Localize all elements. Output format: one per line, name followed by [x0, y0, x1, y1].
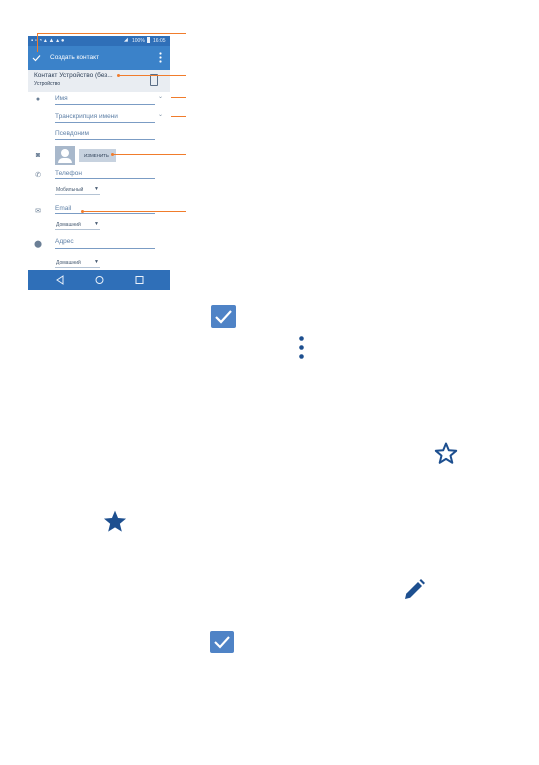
- email-icon: ✉: [35, 208, 41, 215]
- callout-dot-5: [111, 153, 114, 156]
- camera-icon: ◙: [35, 152, 41, 159]
- expand-name-icon[interactable]: ⌄: [158, 93, 163, 100]
- phone-type-underline: [55, 194, 100, 195]
- status-bar: ▪ ▫ ◔ ▴ ▲ ▴ ● ◢ 100% 16:05: [28, 36, 170, 46]
- nickname-field-underline: [55, 139, 155, 140]
- email-type-arrow-icon[interactable]: ▼: [94, 221, 99, 227]
- phone-type-select[interactable]: Мобильный: [56, 187, 83, 193]
- person-icon: ●: [35, 96, 41, 103]
- check-icon-large: [211, 305, 236, 328]
- app-bar-title: Создать контакт: [50, 54, 100, 61]
- location-icon: ⬤: [34, 241, 42, 248]
- pencil-icon: [405, 579, 425, 599]
- phone-field-underline: [55, 178, 155, 179]
- more-vert-icon[interactable]: [159, 52, 162, 63]
- home-icon[interactable]: [95, 275, 104, 285]
- expand-phonetic-icon[interactable]: ⌄: [158, 111, 163, 118]
- avatar-head: [61, 149, 69, 157]
- recents-icon[interactable]: [135, 275, 144, 285]
- email-field[interactable]: Email: [55, 205, 71, 212]
- nickname-field[interactable]: Псевдоним: [55, 130, 89, 137]
- callout-line-3: [171, 97, 186, 98]
- check-icon[interactable]: [32, 54, 41, 62]
- battery-icon: [147, 37, 150, 43]
- callout-line-6: [82, 211, 186, 212]
- star-outline-icon: [434, 442, 458, 464]
- callout-dot-2: [117, 74, 120, 77]
- phone-field[interactable]: Телефон: [55, 170, 82, 177]
- callout-dot-6: [81, 210, 84, 213]
- email-field-underline: [55, 213, 155, 214]
- account-selector[interactable]: Контакт Устройство (без... Устройство: [28, 70, 170, 92]
- callout-line-4: [171, 116, 186, 117]
- navigation-bar: [28, 270, 170, 290]
- address-field[interactable]: Адрес: [55, 238, 74, 245]
- more-vert-icon-large: [299, 336, 304, 359]
- callout-line-1: [38, 33, 186, 34]
- phonetic-field-underline: [55, 122, 155, 123]
- callout-line-2: [118, 75, 186, 76]
- avatar[interactable]: [55, 146, 75, 165]
- name-field-underline: [55, 104, 155, 105]
- address-type-select[interactable]: Домашний: [56, 260, 81, 266]
- name-field[interactable]: Имя: [55, 95, 68, 102]
- account-type: Устройство: [34, 81, 61, 87]
- avatar-body: [58, 158, 72, 163]
- phone-type-arrow-icon[interactable]: ▼: [94, 186, 99, 192]
- check-icon-small: [210, 631, 234, 653]
- callout-line-5: [112, 154, 186, 155]
- email-type-underline: [55, 229, 100, 230]
- address-type-arrow-icon[interactable]: ▼: [94, 259, 99, 265]
- email-type-select[interactable]: Домашний: [56, 222, 81, 228]
- callout-line-1-drop: [37, 33, 38, 52]
- status-time: 16:05: [153, 38, 166, 44]
- phone-icon: ✆: [35, 172, 41, 179]
- phonetic-name-field[interactable]: Транскрипция имени: [55, 113, 118, 120]
- app-bar: Создать контакт: [28, 46, 170, 70]
- change-photo-label: ИЗМЕНИТЬ: [84, 153, 109, 158]
- back-icon[interactable]: [56, 275, 64, 285]
- signal-icon: ◢: [124, 37, 128, 43]
- address-type-underline: [55, 267, 100, 268]
- star-filled-icon: [103, 510, 127, 532]
- battery-percent: 100%: [132, 38, 145, 44]
- address-field-underline: [55, 248, 155, 249]
- account-name: Контакт Устройство (без...: [34, 72, 113, 79]
